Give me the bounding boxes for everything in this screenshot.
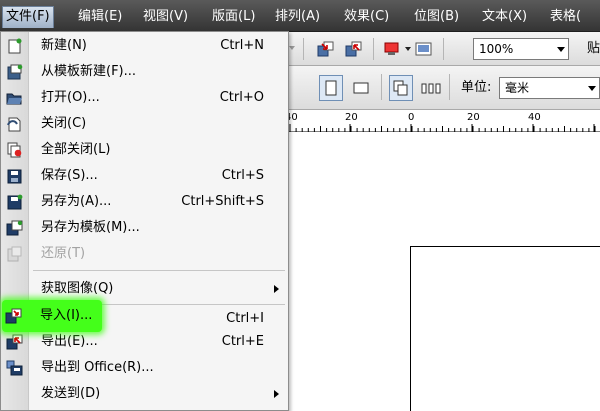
welcome-screen-icon bbox=[415, 42, 432, 56]
menu-item-shortcut: Ctrl+Shift+S bbox=[181, 194, 264, 209]
menu-effects[interactable]: 效果(C) bbox=[341, 6, 392, 28]
import-icon bbox=[317, 41, 334, 57]
menu-item-save[interactable]: 保存(S)... Ctrl+S bbox=[1, 163, 288, 189]
ruler-label: 40 bbox=[528, 112, 541, 123]
menu-item-save-as[interactable]: 另存为(A)... Ctrl+Shift+S bbox=[1, 189, 288, 215]
menu-item-new-from-template[interactable]: 从模板新建(F)... bbox=[1, 59, 288, 85]
menu-item-label: 还原(T) bbox=[41, 246, 86, 261]
welcome-screen-button[interactable] bbox=[413, 38, 435, 60]
menu-item-close-all[interactable]: 全部关闭(L) bbox=[1, 137, 288, 163]
file-menu-dropdown: 新建(N) Ctrl+N 从模板新建(F)... 打开(O)... Ctrl+O… bbox=[0, 31, 289, 411]
current-page-button[interactable] bbox=[419, 77, 443, 99]
app-launcher-icon bbox=[384, 42, 399, 55]
close-all-icon bbox=[7, 142, 22, 158]
menu-view[interactable]: 视图(V) bbox=[140, 6, 191, 28]
menu-item-export[interactable]: 导出(E)... Ctrl+E bbox=[1, 329, 288, 355]
menu-item-acquire-image[interactable]: 获取图像(Q) bbox=[1, 276, 288, 302]
ruler-label: 20 bbox=[467, 112, 480, 123]
menu-item-close[interactable]: 关闭(C) bbox=[1, 111, 288, 137]
menu-item-label: 保存(S)... bbox=[41, 168, 98, 183]
export-toolbar-button[interactable] bbox=[343, 38, 365, 60]
menu-text[interactable]: 文本(X) bbox=[479, 6, 530, 28]
menu-item-label: 另存为模板(M)... bbox=[41, 220, 140, 235]
units-combo[interactable]: 毫米 bbox=[499, 77, 600, 99]
menu-item-shortcut: Ctrl+S bbox=[221, 168, 264, 183]
landscape-page-icon bbox=[353, 82, 369, 94]
document-page[interactable] bbox=[410, 246, 600, 411]
menu-item-label: 新建(N) bbox=[41, 38, 87, 53]
toolbar-separator bbox=[381, 74, 382, 100]
menu-item-label: 导出到 Office(R)... bbox=[41, 360, 154, 375]
portrait-button[interactable] bbox=[319, 75, 343, 101]
export-icon bbox=[345, 41, 362, 57]
standard-toolbar: 100% 贴 bbox=[285, 32, 600, 66]
menu-item-shortcut: Ctrl+N bbox=[220, 38, 264, 53]
all-pages-icon bbox=[393, 80, 408, 96]
new-from-template-icon bbox=[7, 64, 23, 80]
menu-item-new[interactable]: 新建(N) Ctrl+N bbox=[1, 33, 288, 59]
toolbar-separator bbox=[303, 38, 304, 60]
menu-item-save-as-template[interactable]: 另存为模板(M)... bbox=[1, 215, 288, 241]
chevron-down-icon[interactable] bbox=[405, 47, 411, 51]
all-pages-button[interactable] bbox=[389, 75, 413, 101]
menu-item-label: 打开(O)... bbox=[41, 90, 100, 105]
landscape-button[interactable] bbox=[349, 77, 373, 99]
snap-to-label[interactable]: 贴 bbox=[587, 38, 600, 60]
menu-item-label: 获取图像(Q) bbox=[41, 281, 114, 296]
save-as-icon bbox=[7, 194, 23, 210]
portrait-page-icon bbox=[325, 80, 337, 96]
menu-item-label: 全部关闭(L) bbox=[41, 142, 111, 157]
menu-file[interactable]: 文件(F) bbox=[2, 6, 54, 28]
toolbar-separator bbox=[443, 38, 444, 60]
units-label: 单位: bbox=[461, 80, 492, 95]
units-value: 毫米 bbox=[505, 81, 530, 95]
ruler-ticks bbox=[289, 124, 596, 132]
save-as-template-icon bbox=[6, 220, 23, 236]
horizontal-ruler[interactable]: 40 20 0 20 40 bbox=[285, 110, 600, 132]
menu-item-label: 另存为(A)... bbox=[41, 194, 112, 209]
menu-item-shortcut: Ctrl+O bbox=[219, 90, 264, 105]
application-launcher-button[interactable] bbox=[381, 38, 403, 60]
menu-item-open[interactable]: 打开(O)... Ctrl+O bbox=[1, 85, 288, 111]
menu-bitmaps[interactable]: 位图(B) bbox=[411, 6, 462, 28]
submenu-arrow-icon bbox=[274, 390, 279, 398]
export-office-icon bbox=[6, 360, 23, 376]
menu-arrange[interactable]: 排列(A) bbox=[272, 6, 323, 28]
revert-icon bbox=[7, 246, 22, 262]
import-toolbar-button[interactable] bbox=[315, 38, 337, 60]
menu-item-label: 发送到(D) bbox=[41, 386, 101, 401]
ruler-label: 20 bbox=[345, 112, 358, 123]
menu-item-export-to-office[interactable]: 导出到 Office(R)... bbox=[1, 355, 288, 381]
zoom-level-combo[interactable]: 100% bbox=[473, 38, 569, 60]
chevron-down-icon bbox=[557, 47, 565, 52]
submenu-arrow-icon bbox=[274, 285, 279, 293]
import-icon bbox=[5, 308, 22, 324]
menu-item-label: 导出(E)... bbox=[41, 334, 98, 349]
save-icon bbox=[7, 169, 22, 184]
menu-layout[interactable]: 版面(L) bbox=[209, 6, 258, 28]
ruler-label: 0 bbox=[408, 112, 415, 123]
zoom-level-value: 100% bbox=[479, 42, 514, 56]
property-bar: 单位: 毫米 bbox=[285, 66, 600, 110]
toolbar-separator bbox=[449, 74, 450, 100]
chevron-down-icon bbox=[588, 86, 596, 91]
toolbar-separator bbox=[373, 38, 374, 60]
menu-bar: 文件(F) 编辑(E) 视图(V) 版面(L) 排列(A) 效果(C) 位图(B… bbox=[0, 0, 600, 32]
export-icon bbox=[6, 334, 23, 350]
menu-item-label: 从模板新建(F)... bbox=[41, 64, 137, 79]
menu-separator bbox=[33, 270, 285, 271]
menu-item-send-to[interactable]: 发送到(D) bbox=[1, 381, 288, 407]
menu-item-shortcut: Ctrl+E bbox=[221, 334, 264, 349]
open-folder-icon bbox=[6, 93, 22, 105]
menu-item-label: 关闭(C) bbox=[41, 116, 87, 131]
menu-item-import-label[interactable]: 导入(I)... bbox=[40, 303, 92, 329]
chevron-down-icon[interactable] bbox=[289, 46, 295, 50]
current-page-icon bbox=[421, 83, 441, 94]
close-document-icon bbox=[7, 117, 21, 132]
menu-edit[interactable]: 编辑(E) bbox=[75, 6, 125, 28]
menu-item-revert: 还原(T) bbox=[1, 241, 288, 267]
new-document-icon bbox=[8, 38, 22, 54]
menu-table[interactable]: 表格( bbox=[547, 6, 584, 28]
